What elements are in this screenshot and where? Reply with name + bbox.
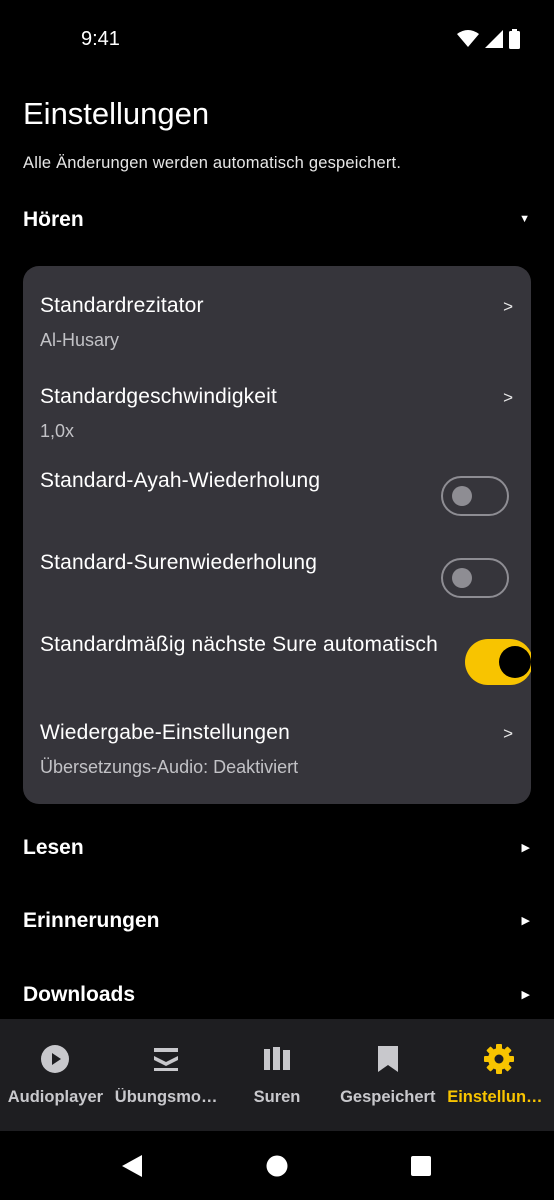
setting-value: Übersetzungs-Audio: Deaktiviert — [40, 757, 299, 777]
page-title: Einstellungen — [23, 96, 210, 131]
caret-right-icon: ▶ — [521, 915, 530, 927]
setting-surah-repeat-label: Standard-Surenwiederholung — [40, 551, 318, 574]
section-header-lesen[interactable]: Lesen ▶ — [0, 824, 554, 874]
toggle-knob — [452, 486, 472, 506]
battery-icon — [509, 29, 520, 49]
setting-value: 1,0x — [40, 421, 75, 441]
setting-title: Standardrezitator — [40, 294, 204, 317]
wifi-icon — [457, 30, 479, 47]
setting-playback[interactable]: Wiedergabe-Einstellungen > Übersetzungs-… — [23, 706, 531, 794]
surah-repeat-toggle[interactable] — [441, 558, 509, 598]
nav-item-practice[interactable]: Übungsmodus — [111, 1019, 222, 1131]
ayah-repeat-toggle[interactable] — [441, 476, 509, 516]
status-time: 9:41 — [81, 28, 120, 50]
section-header-erinnerungen[interactable]: Erinnerungen ▶ — [0, 897, 554, 947]
toggle-knob — [499, 646, 531, 678]
setting-ayah-repeat-label: Standard-Ayah-Wiederholung — [40, 469, 321, 492]
play-circle-icon — [39, 1043, 71, 1075]
nav-label: Audioplayer — [7, 1088, 104, 1106]
bottom-navigation: Audioplayer Übungsmodus Suren Gespeicher… — [0, 1019, 554, 1131]
nav-label: Suren — [253, 1088, 301, 1106]
system-navigation-bar — [0, 1131, 554, 1200]
setting-default-speed[interactable]: Standardgeschwindigkeit > 1,0x — [23, 370, 531, 452]
caret-right-icon: ▶ — [521, 842, 530, 854]
status-icons — [457, 28, 520, 50]
setting-autoplay-next-label: Standardmäßig nächste Sure automatisch — [40, 633, 438, 656]
section-title: Downloads — [23, 983, 136, 1006]
nav-item-audioplayer[interactable]: Audioplayer — [0, 1019, 111, 1131]
home-icon[interactable] — [266, 1155, 288, 1177]
recents-icon[interactable] — [410, 1155, 432, 1177]
bookmark-icon — [372, 1043, 404, 1075]
setting-default-reciter[interactable]: Standardrezitator > Al-Husary — [23, 280, 531, 362]
library-icon — [261, 1043, 293, 1075]
status-bar: 9:41 — [0, 0, 554, 80]
nav-label: Einstellungen — [447, 1088, 550, 1106]
setting-value: Al-Husary — [40, 330, 120, 350]
caret-right-icon: ▶ — [521, 989, 530, 1001]
cellular-signal-icon — [485, 30, 503, 48]
gear-icon — [483, 1043, 515, 1075]
chevron-right-icon: > — [503, 724, 513, 743]
section-title: Lesen — [23, 836, 84, 859]
back-icon[interactable] — [121, 1154, 143, 1178]
nav-item-saved[interactable]: Gespeichert — [332, 1019, 443, 1131]
section-title: Hören — [23, 208, 84, 231]
hoeren-settings-card: Standardrezitator > Al-Husary Standardge… — [23, 266, 531, 804]
section-header-hoeren[interactable]: Hören ▼ — [0, 196, 554, 246]
chevron-right-icon: > — [503, 297, 513, 316]
setting-title: Wiedergabe-Einstellungen — [40, 721, 290, 744]
nav-item-surahs[interactable]: Suren — [222, 1019, 333, 1131]
setting-title: Standardgeschwindigkeit — [40, 385, 277, 408]
nav-item-settings[interactable]: Einstellungen — [443, 1019, 554, 1131]
nav-label: Gespeichert — [340, 1088, 436, 1106]
nav-label: Übungsmodus — [114, 1088, 218, 1106]
autoplay-next-toggle[interactable] — [465, 639, 531, 685]
page-subtitle: Alle Änderungen werden automatisch gespe… — [23, 154, 402, 172]
caret-down-icon: ▼ — [519, 213, 530, 225]
book-stack-icon — [150, 1043, 182, 1075]
section-title: Erinnerungen — [23, 909, 160, 932]
section-header-downloads[interactable]: Downloads ▶ — [0, 971, 554, 1021]
toggle-knob — [452, 568, 472, 588]
chevron-right-icon: > — [503, 388, 513, 407]
